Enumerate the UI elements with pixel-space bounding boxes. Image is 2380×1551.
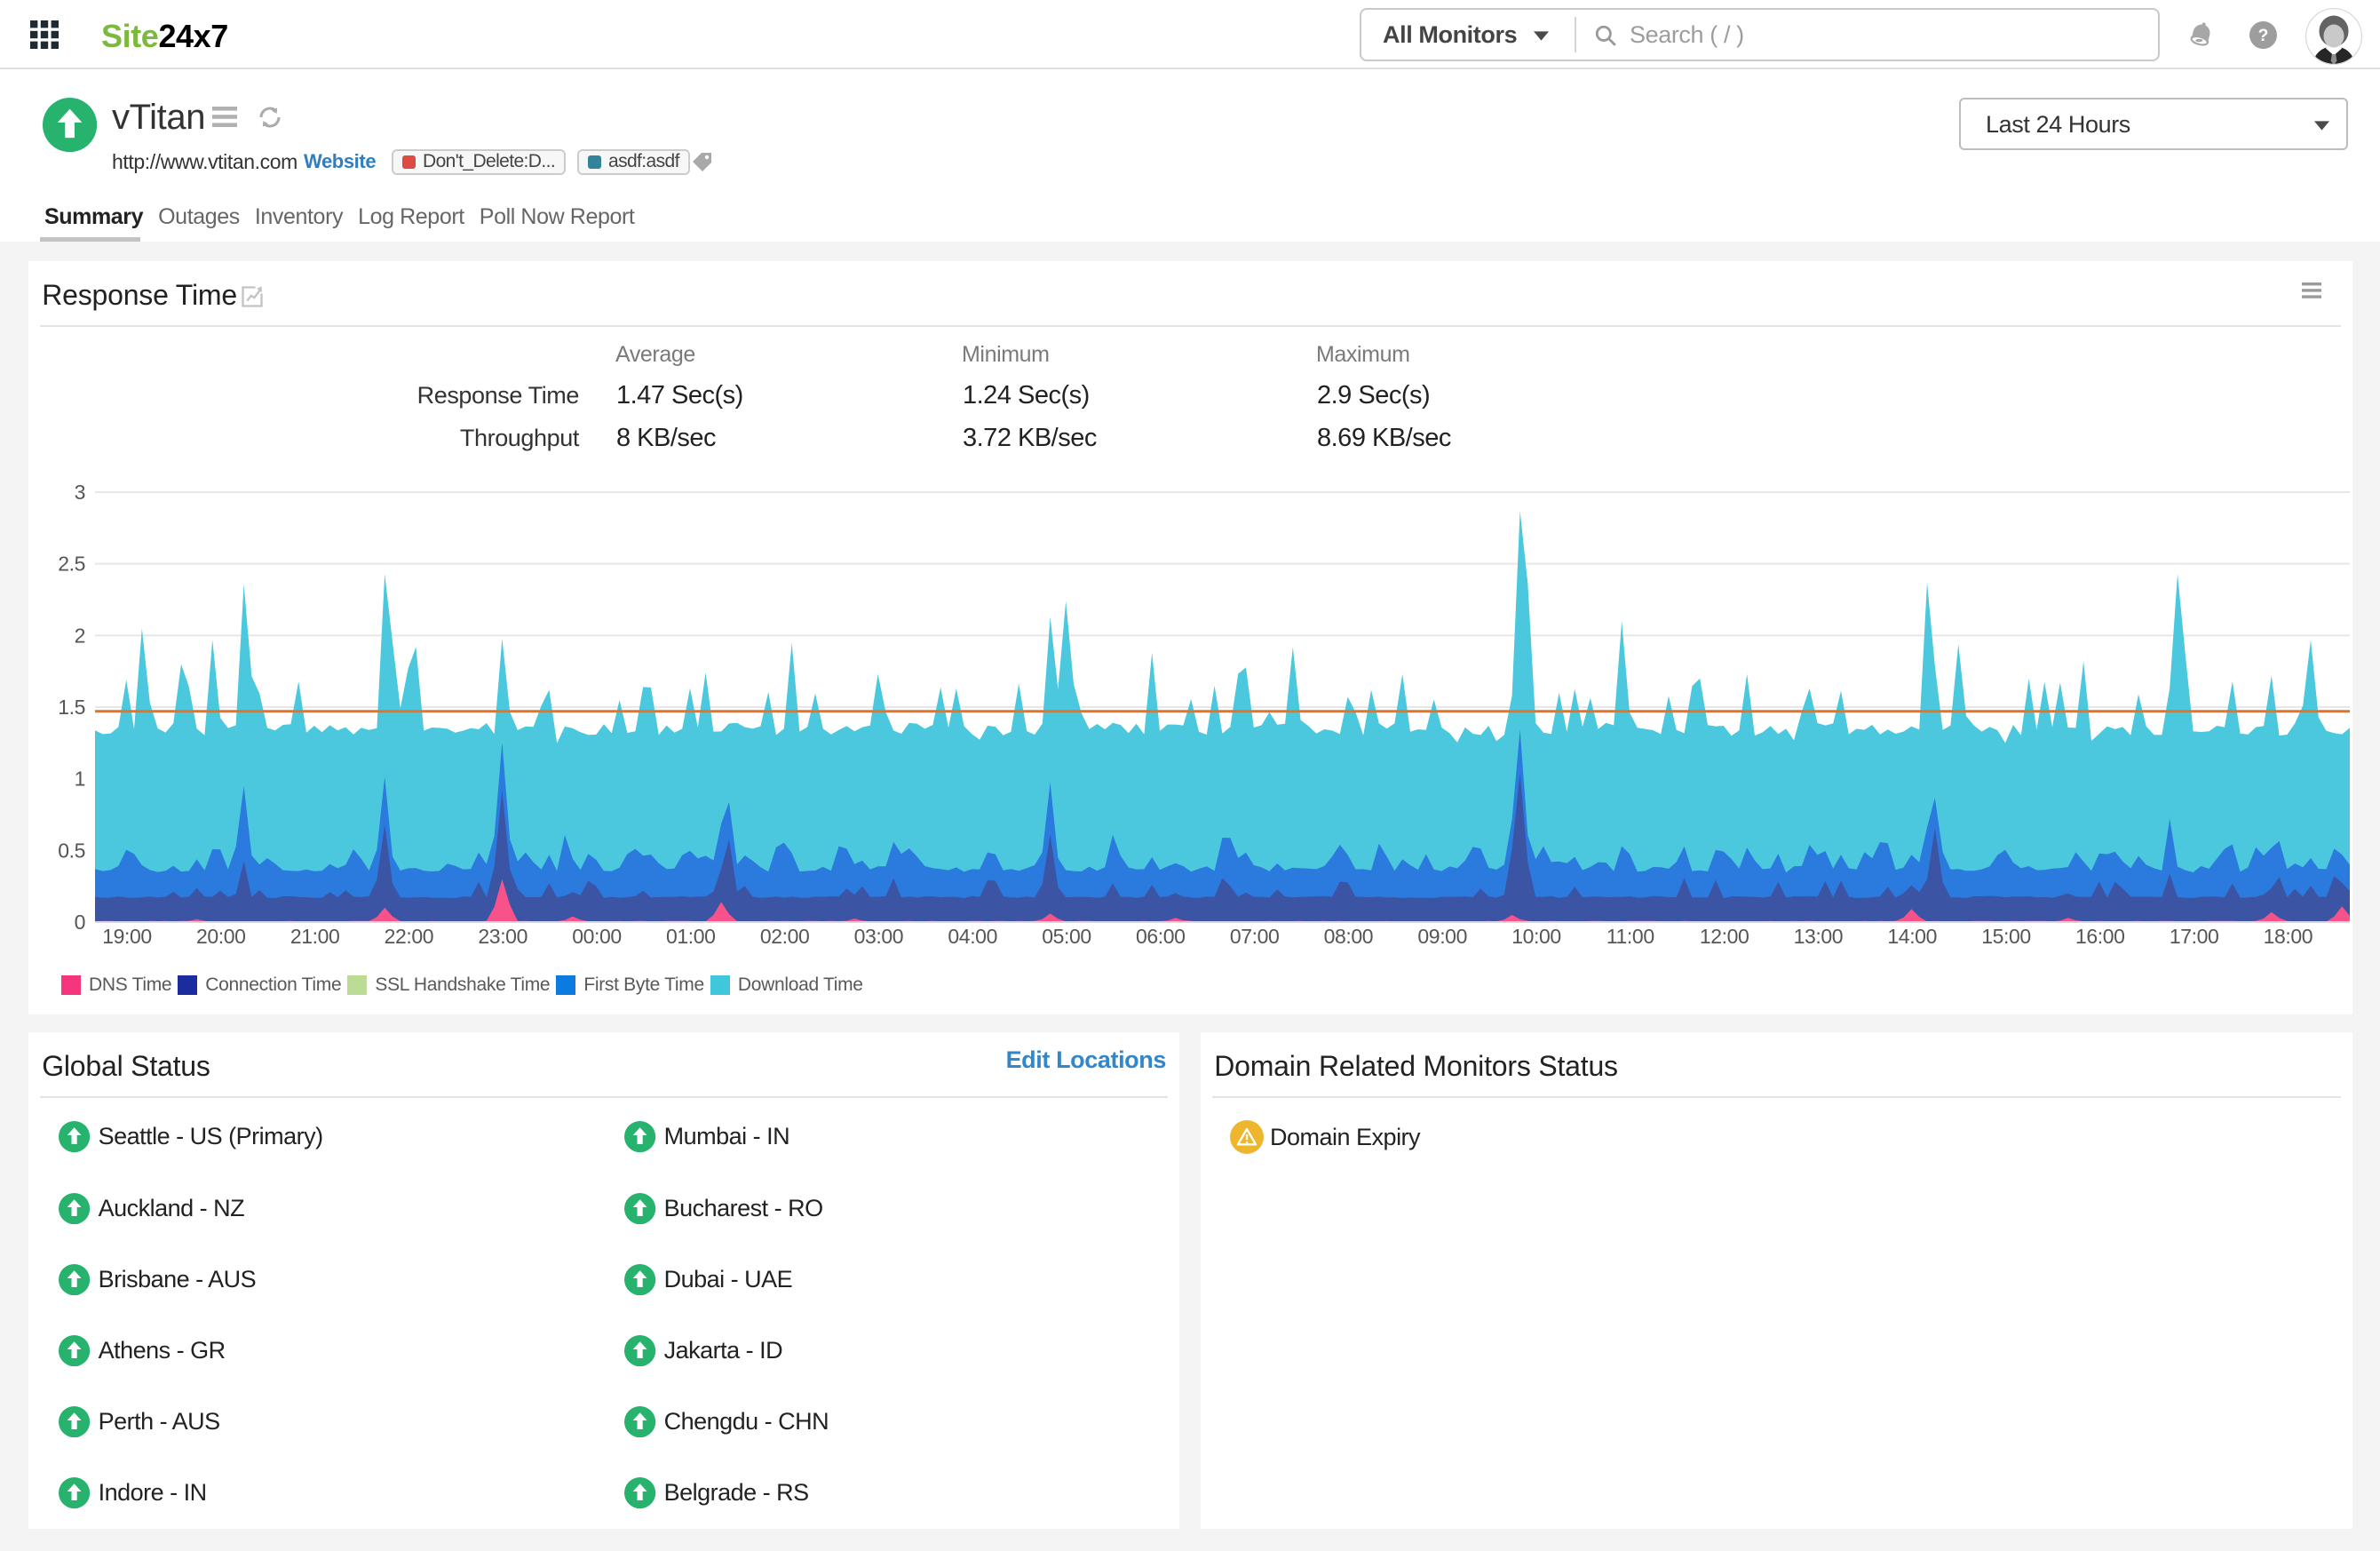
svg-text:2: 2 [75,624,85,647]
svg-text:15:00: 15:00 [1981,925,2031,948]
svg-text:07:00: 07:00 [1230,925,1280,948]
svg-text:17:00: 17:00 [2170,925,2219,948]
svg-text:20:00: 20:00 [196,925,246,948]
svg-text:19:00: 19:00 [102,925,152,948]
svg-text:12:00: 12:00 [1700,925,1749,948]
svg-text:00:00: 00:00 [572,925,622,948]
svg-text:2.5: 2.5 [58,553,85,576]
svg-text:?: ? [2258,27,2269,46]
svg-text:0.5: 0.5 [58,839,85,862]
svg-text:08:00: 08:00 [1324,925,1374,948]
svg-text:1: 1 [75,768,85,791]
svg-text:21:00: 21:00 [290,925,340,948]
svg-text:18:00: 18:00 [2264,925,2313,948]
svg-text:05:00: 05:00 [1042,925,1091,948]
svg-text:14:00: 14:00 [1887,925,1937,948]
svg-text:01:00: 01:00 [666,925,716,948]
svg-text:09:00: 09:00 [1417,925,1467,948]
svg-text:22:00: 22:00 [385,925,434,948]
svg-text:02:00: 02:00 [760,925,810,948]
svg-text:1.5: 1.5 [58,696,85,719]
svg-text:23:00: 23:00 [478,925,528,948]
svg-text:10:00: 10:00 [1511,925,1561,948]
svg-text:04:00: 04:00 [948,925,997,948]
svg-text:3: 3 [75,481,85,504]
svg-text:16:00: 16:00 [2075,925,2125,948]
svg-text:06:00: 06:00 [1136,925,1186,948]
svg-text:11:00: 11:00 [1606,925,1654,948]
svg-text:03:00: 03:00 [854,925,904,948]
svg-text:13:00: 13:00 [1794,925,1844,948]
svg-text:0: 0 [75,911,85,934]
